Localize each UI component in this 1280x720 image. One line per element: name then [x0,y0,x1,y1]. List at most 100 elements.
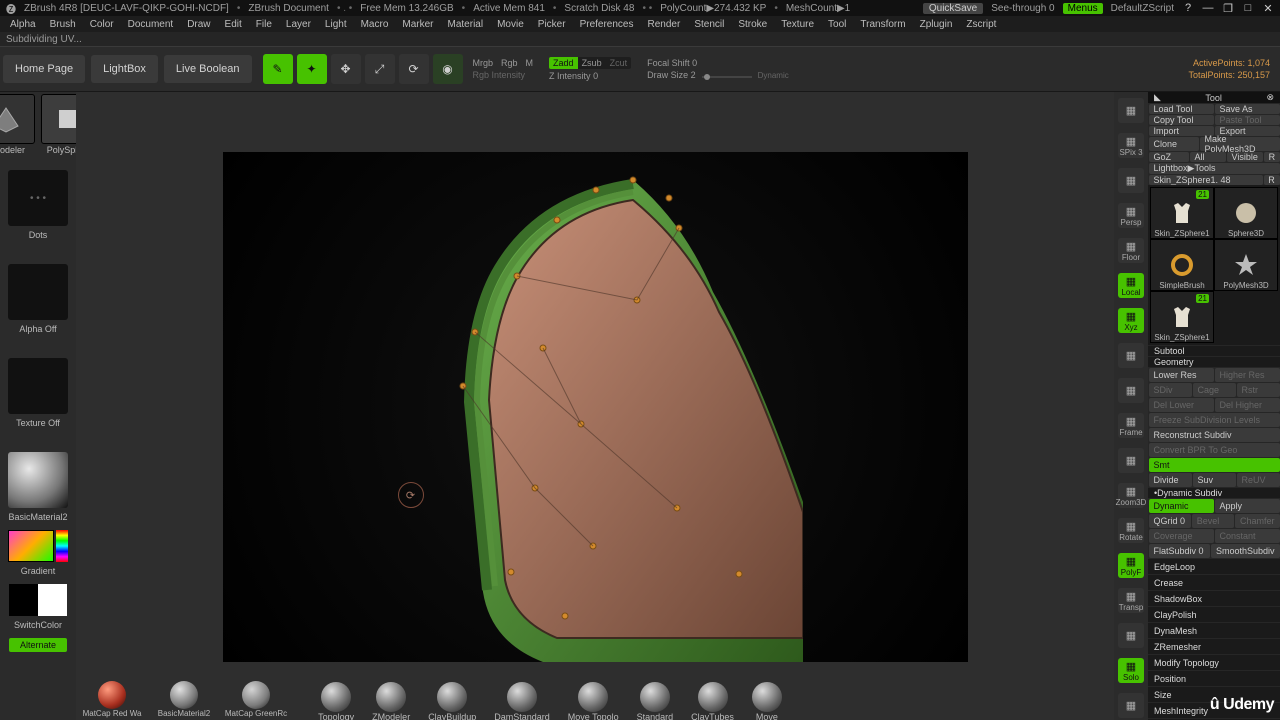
load-tool-button[interactable]: Load Tool [1149,104,1214,114]
goz-visible-button[interactable]: Visible [1227,152,1263,162]
menus-button[interactable]: Menus [1063,3,1103,14]
brush-zmodeler[interactable]: ZModeler [372,682,410,720]
rstrip-y-icon[interactable]: ▦ [1118,343,1144,368]
geo-reconstruct-subdiv[interactable]: Reconstruct Subdiv [1149,428,1280,442]
clone-button[interactable]: Clone [1149,137,1199,151]
menu-movie[interactable]: Movie [491,18,530,31]
swap-colors[interactable] [9,584,67,616]
menu-marker[interactable]: Marker [396,18,439,31]
goz-r-button[interactable]: R [1264,152,1280,162]
geo-bevel[interactable]: Bevel [1192,514,1234,528]
home-page-button[interactable]: Home Page [3,55,85,83]
rstrip-rotate-icon[interactable]: ▦Rotate [1118,518,1144,543]
expand-icon[interactable]: ◣ [1154,92,1161,103]
dynamic-subdiv-header[interactable]: Dynamic Subdiv [1157,488,1222,498]
geo-lower-res[interactable]: Lower Res [1149,368,1214,382]
section-claypolish[interactable]: ClayPolish [1148,607,1280,622]
make-polymesh-button[interactable]: Make PolyMesh3D [1200,137,1280,151]
rstrip-z-icon[interactable]: ▦ [1118,378,1144,403]
zadd-button[interactable]: Zadd [549,57,578,69]
geo-divide[interactable]: Divide [1149,473,1192,487]
mrgb-button[interactable]: Mrgb [473,58,494,68]
rstrip-frame-icon[interactable]: ▦Frame [1118,413,1144,438]
rgb-button[interactable]: Rgb [501,58,518,68]
brush-move-topolo[interactable]: Move Topolo [568,682,619,720]
goz-all-button[interactable]: All [1190,152,1226,162]
section-position[interactable]: Position [1148,671,1280,686]
lightbox-tools[interactable]: Lightbox▶Tools [1149,163,1280,174]
hue-strip[interactable] [56,530,68,562]
restore-icon[interactable]: ❐ [1222,2,1234,14]
gizmo-icon[interactable]: ◉ [433,54,463,84]
menu-macro[interactable]: Macro [355,18,395,31]
rstrip-transp-icon[interactable]: ▦Transp [1118,588,1144,613]
menu-preferences[interactable]: Preferences [574,18,640,31]
geo-del-lower[interactable]: Del Lower [1149,398,1214,412]
section-crease[interactable]: Crease [1148,575,1280,590]
menu-stencil[interactable]: Stencil [688,18,730,31]
rstrip-xpose-icon[interactable]: ▦ [1118,693,1144,718]
tool-thumb-sphere3d[interactable]: Sphere3D [1214,187,1278,239]
subtool-header[interactable]: Subtool [1148,346,1280,356]
copy-tool-button[interactable]: Copy Tool [1149,115,1214,125]
rstrip-zoom3d-icon[interactable]: ▦Zoom3D [1118,483,1144,508]
goz-button[interactable]: GoZ [1149,152,1189,162]
menu-transform[interactable]: Transform [854,18,911,31]
geo-constant[interactable]: Constant [1215,529,1280,543]
rstrip-local-icon[interactable]: ▦Local [1118,273,1144,298]
geo-qgrid-0[interactable]: QGrid 0 [1149,514,1191,528]
section-edgeloop[interactable]: EdgeLoop [1148,559,1280,574]
geo-higher-res[interactable]: Higher Res [1215,368,1280,382]
tool-thumb-simplebrush[interactable]: SimpleBrush [1150,239,1214,291]
alternate-button[interactable]: Alternate [9,638,67,652]
close-icon[interactable]: ✕ [1262,2,1274,14]
menu-edit[interactable]: Edit [219,18,248,31]
rstrip-polyf-icon[interactable]: ▦PolyF [1118,553,1144,578]
zcut-button[interactable]: Zcut [606,57,632,69]
quicksave-button[interactable]: QuickSave [923,3,983,14]
lightbox-button[interactable]: LightBox [91,55,158,83]
draw-size-slider[interactable]: Draw Size 2 [647,70,696,80]
geometry-header[interactable]: Geometry [1148,357,1280,367]
brush-claybuildup[interactable]: ClayBuildup [428,682,476,720]
menu-picker[interactable]: Picker [532,18,572,31]
geo-freeze-subdivision-levels[interactable]: Freeze SubDivision Levels [1149,413,1280,427]
section-dynamesh[interactable]: DynaMesh [1148,623,1280,638]
geo-convert-bpr-to-geo[interactable]: Convert BPR To Geo [1149,443,1280,457]
section-modify-topology[interactable]: Modify Topology [1148,655,1280,670]
geo-sdiv[interactable]: SDiv [1149,383,1192,397]
menu-zplugin[interactable]: Zplugin [914,18,959,31]
stroke-dots[interactable]: • • • [30,193,46,204]
menu-render[interactable]: Render [642,18,687,31]
menu-texture[interactable]: Texture [775,18,820,31]
geo-dynamic[interactable]: Dynamic [1149,499,1214,513]
project-name[interactable]: Skin_ZSphere1. 48 [1149,175,1263,185]
menu-brush[interactable]: Brush [44,18,82,31]
brush-damstandard[interactable]: DamStandard [494,682,550,720]
tool-thumb-skin_zsphere1[interactable]: 21Skin_ZSphere1 [1150,187,1214,239]
rstrip-xyz-icon[interactable]: ▦Xyz [1118,308,1144,333]
menu-color[interactable]: Color [84,18,120,31]
save-as-button[interactable]: Save As [1215,104,1280,114]
menu-light[interactable]: Light [319,18,353,31]
color-picker[interactable] [8,530,54,562]
dynamic-label[interactable]: Dynamic [758,71,789,80]
rstrip-move-icon[interactable]: ▦ [1118,448,1144,473]
see-through-slider[interactable]: See-through 0 [991,3,1054,14]
menu-document[interactable]: Document [122,18,180,31]
geo-rstr[interactable]: Rstr [1237,383,1280,397]
menu-draw[interactable]: Draw [181,18,216,31]
minimize-icon[interactable]: — [1202,2,1214,14]
rstrip-floor-icon[interactable]: ▦Floor [1118,238,1144,263]
z-intensity-slider[interactable]: Z Intensity 0 [549,71,631,81]
maximize-icon[interactable]: □ [1242,2,1254,14]
geo-reuv[interactable]: ReUV [1237,473,1280,487]
menu-layer[interactable]: Layer [280,18,317,31]
menu-tool[interactable]: Tool [822,18,852,31]
geo-apply[interactable]: Apply [1215,499,1280,513]
menu-alpha[interactable]: Alpha [4,18,42,31]
rstrip-aahalf-icon[interactable]: ▦ [1118,168,1144,193]
rstrip-solo-icon[interactable]: ▦Solo [1118,658,1144,683]
project-r-button[interactable]: R [1264,175,1280,185]
edit-mode-icon[interactable]: ✎ [263,54,293,84]
